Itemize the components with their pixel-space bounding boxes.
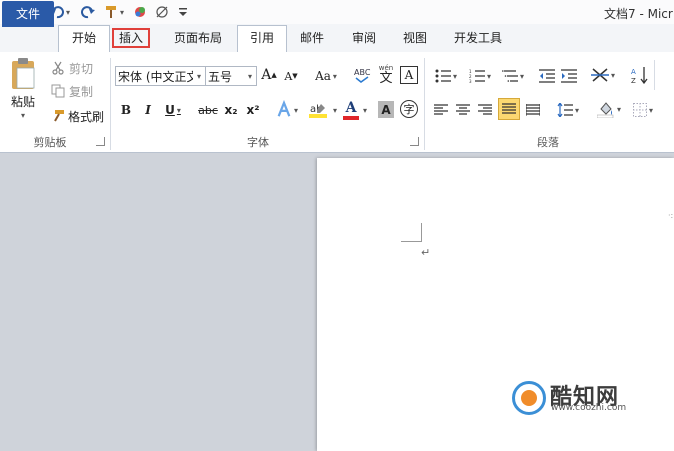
superscript-button[interactable]: x² xyxy=(244,100,262,120)
paragraph-mark: ↵ xyxy=(421,246,431,259)
font-launcher-icon[interactable] xyxy=(410,137,419,146)
font-group-label: 字体 xyxy=(247,136,269,149)
font-size-value: 五号 xyxy=(208,70,233,84)
copy-icon[interactable] xyxy=(50,83,66,99)
document-title: 文档7 - Micr xyxy=(604,7,673,21)
shrink-font-button[interactable]: A ▼ xyxy=(282,66,300,86)
clipboard-launcher-icon[interactable] xyxy=(96,137,105,146)
svg-text:Z: Z xyxy=(631,77,636,84)
phonetic-guide-button[interactable]: wén 文 xyxy=(376,64,396,86)
multilevel-list-icon[interactable]: ▾ xyxy=(500,66,526,86)
paste-dropdown-arrow[interactable]: ▾ xyxy=(16,110,30,120)
group-divider xyxy=(424,58,425,150)
strikethrough-button[interactable]: abc xyxy=(196,100,220,120)
tab-mailings[interactable]: 邮件 xyxy=(292,26,332,50)
cut-button[interactable]: 剪切 xyxy=(66,59,96,77)
underline-button[interactable]: U ▾ xyxy=(163,100,183,120)
font-name-dropdown-arrow[interactable]: ▾ xyxy=(193,67,205,85)
justify-icon[interactable] xyxy=(498,98,520,120)
change-case-label: Aa xyxy=(315,69,331,83)
format-painter-icon[interactable]: ▾ xyxy=(101,3,127,21)
character-border-label: A xyxy=(404,68,414,82)
enclose-characters-button[interactable]: 字 xyxy=(400,100,418,118)
underline-label: U xyxy=(165,103,175,117)
tab-page-layout[interactable]: 页面布局 xyxy=(166,26,230,50)
increase-indent-icon[interactable] xyxy=(560,66,578,86)
margin-corner-mark xyxy=(401,223,422,242)
font-color-dropdown-arrow[interactable]: ▾ xyxy=(360,102,370,118)
paragraph-group-label: 段落 xyxy=(537,136,559,149)
insert-tab-highlight-box xyxy=(112,28,150,48)
copy-button[interactable]: 复制 xyxy=(66,82,96,100)
paste-button[interactable]: 粘贴 xyxy=(8,93,38,109)
watermark-logo-center xyxy=(521,390,537,406)
bullets-icon[interactable]: ▾ xyxy=(432,66,460,86)
tab-file[interactable]: 文件 xyxy=(2,1,54,27)
tab-view[interactable]: 视图 xyxy=(395,26,435,50)
bold-button[interactable]: B xyxy=(118,100,134,120)
format-painter-button[interactable]: 格式刷 xyxy=(66,107,106,125)
align-right-icon[interactable] xyxy=(476,100,494,120)
font-name-value: 宋体 (中文正文 xyxy=(118,70,199,84)
svg-text:3: 3 xyxy=(469,79,472,83)
draw-icon[interactable] xyxy=(154,3,170,21)
align-left-icon[interactable] xyxy=(432,100,450,120)
highlight-dropdown-arrow[interactable]: ▾ xyxy=(330,102,340,118)
customize-icon[interactable] xyxy=(176,3,190,21)
format-painter-brush-icon[interactable] xyxy=(50,108,66,124)
svg-text:ABC: ABC xyxy=(354,68,371,77)
decrease-indent-icon[interactable] xyxy=(538,66,556,86)
shading-icon[interactable]: ▾ xyxy=(594,98,624,120)
tab-references[interactable]: 引用 xyxy=(237,25,287,52)
sort-icon[interactable]: AZ xyxy=(630,64,650,86)
character-border-button[interactable]: A xyxy=(400,66,418,84)
grow-font-button[interactable]: A ▲ xyxy=(260,64,278,86)
row-divider xyxy=(654,60,655,90)
grow-font-label: A xyxy=(261,67,272,83)
clear-formatting-icon[interactable]: ABC xyxy=(352,64,372,86)
font-name-combo[interactable]: 宋体 (中文正文 xyxy=(115,66,205,86)
tab-review[interactable]: 审阅 xyxy=(344,26,384,50)
text-highlight-icon[interactable]: ab xyxy=(306,98,330,122)
tab-developer[interactable]: 开发工具 xyxy=(446,26,510,50)
group-divider xyxy=(110,58,111,150)
subscript-button[interactable]: x₂ xyxy=(222,100,240,120)
cut-icon[interactable] xyxy=(50,60,66,76)
numbering-icon[interactable]: 1 2 3 ▾ xyxy=(466,66,494,86)
borders-icon[interactable]: ▾ xyxy=(628,100,658,120)
svg-text:A: A xyxy=(631,68,636,76)
watermark-url: www.coozhi.com xyxy=(551,403,627,413)
font-color-label: A xyxy=(345,99,357,116)
font-color-bar xyxy=(343,115,359,120)
chinese-layout-icon[interactable]: ▾ xyxy=(590,64,616,86)
phonetic-guide-label: 文 xyxy=(379,70,393,86)
line-spacing-icon[interactable]: ▾ xyxy=(554,100,582,120)
font-size-dropdown-arrow[interactable]: ▾ xyxy=(244,67,256,85)
paste-icon[interactable] xyxy=(6,56,40,92)
italic-button[interactable]: I xyxy=(140,100,156,120)
shrink-font-label: A xyxy=(284,69,293,83)
font-color-button[interactable]: A xyxy=(342,98,360,122)
distributed-icon[interactable] xyxy=(524,100,542,120)
align-center-icon[interactable] xyxy=(454,100,472,120)
text-effects-icon[interactable]: ▾ xyxy=(276,98,298,122)
redo-icon[interactable] xyxy=(80,3,96,21)
color-icon[interactable] xyxy=(132,3,148,21)
clipboard-group-label: 剪贴板 xyxy=(33,136,67,149)
tab-home[interactable]: 开始 xyxy=(58,25,110,52)
character-shading-button[interactable]: A xyxy=(378,101,394,118)
margin-marker: ·: xyxy=(668,211,674,220)
change-case-button[interactable]: Aa ▾ xyxy=(312,66,340,86)
